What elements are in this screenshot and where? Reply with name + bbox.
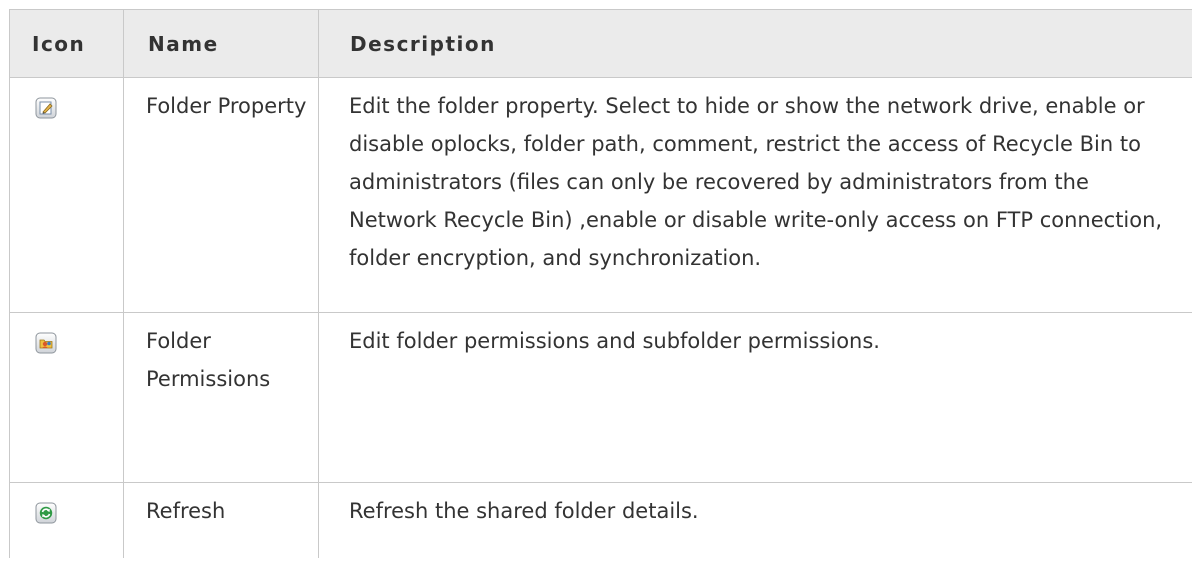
edit-pencil-icon [35, 93, 57, 119]
description-cell: Refresh the shared folder details. [318, 482, 1192, 558]
column-header-icon: Icon [9, 9, 124, 78]
column-header-description: Description [318, 9, 1192, 78]
icon-cell [9, 77, 124, 313]
name-cell: Refresh [123, 482, 319, 558]
icon-cell [9, 482, 124, 558]
icon-reference-table: Icon Name Description Folder Property Ed… [9, 9, 1192, 558]
refresh-icon [35, 498, 57, 524]
name-cell: Folder Permissions [123, 312, 319, 483]
name-cell: Folder Property [123, 77, 319, 313]
table-row: Refresh Refresh the shared folder detail… [9, 482, 1192, 558]
description-cell: Edit the folder property. Select to hide… [318, 77, 1192, 313]
table-row: Folder Permissions Edit folder permissio… [9, 312, 1192, 483]
table-row: Folder Property Edit the folder property… [9, 77, 1192, 313]
icon-cell [9, 312, 124, 483]
description-cell: Edit folder permissions and subfolder pe… [318, 312, 1192, 483]
table-header-row: Icon Name Description [9, 9, 1192, 78]
folder-permissions-icon [35, 328, 57, 354]
column-header-name: Name [123, 9, 319, 78]
